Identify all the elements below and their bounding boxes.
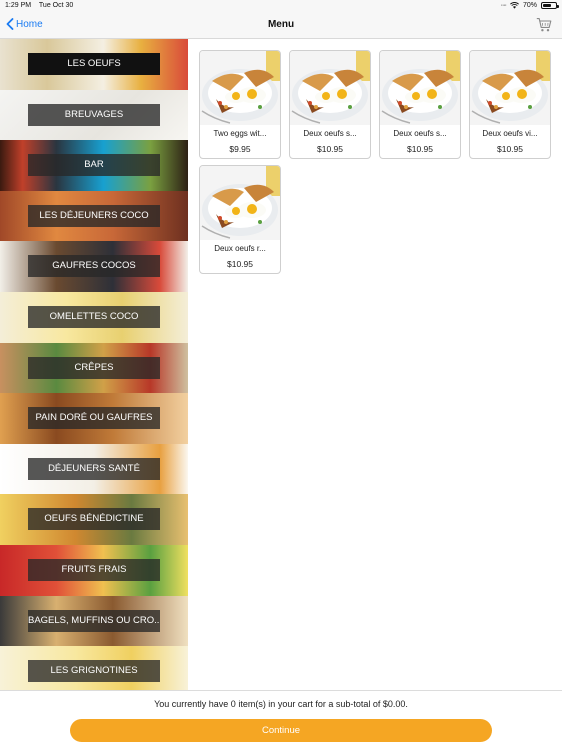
cart-footer: You currently have 0 item(s) in your car… <box>0 690 562 750</box>
category-label: BAR <box>28 154 160 177</box>
category-item[interactable]: LES DÉJEUNERS COCO <box>0 190 188 242</box>
product-photo <box>380 51 460 125</box>
shopping-cart-icon[interactable] <box>536 17 552 33</box>
category-label: BREUVAGES <box>28 103 160 126</box>
category-label: PAIN DORÉ OU GAUFRES <box>28 407 160 430</box>
status-time: 1:29 PM <box>5 2 32 9</box>
category-item[interactable]: BAGELS, MUFFINS OU CRO... <box>0 595 188 647</box>
category-item[interactable]: LES OEUFS <box>0 39 188 90</box>
category-label: OEUFS BÉNÉDICTINE <box>28 508 160 531</box>
navigation-bar: Home Menu <box>0 12 562 39</box>
product-price: $10.95 <box>317 144 343 154</box>
product-photo <box>200 166 280 240</box>
category-item[interactable]: GAUFRES COCOS <box>0 241 188 292</box>
page-title: Menu <box>267 19 295 30</box>
signal-dots-icon: ···· <box>500 2 507 9</box>
product-price: $10.95 <box>497 144 523 154</box>
category-item[interactable]: FRUITS FRAIS <box>0 544 188 596</box>
product-card[interactable]: Deux oeufs r... $10.95 <box>199 165 281 274</box>
category-label: OMELETTES COCO <box>28 305 160 328</box>
product-card[interactable]: Deux oeufs s... $10.95 <box>379 50 461 159</box>
battery-percent: 70% <box>522 2 537 9</box>
product-card[interactable]: Deux oeufs s... $10.95 <box>289 50 371 159</box>
category-label: LES OEUFS <box>28 53 160 75</box>
product-name: Deux oeufs r... <box>214 244 266 253</box>
product-price: $10.95 <box>227 259 253 269</box>
status-date: Tue Oct 30 <box>38 2 74 9</box>
category-item[interactable]: BREUVAGES <box>0 89 188 141</box>
battery-level <box>543 4 552 7</box>
product-photo <box>200 51 280 125</box>
product-photo <box>290 51 370 125</box>
product-card[interactable]: Two eggs wit... $9.95 <box>199 50 281 159</box>
product-card[interactable]: Deux oeufs vi... $10.95 <box>469 50 551 159</box>
product-name: Deux oeufs s... <box>393 129 447 138</box>
battery-icon <box>541 2 559 9</box>
category-sidebar: LES OEUFS BREUVAGES BAR LES DÉJEUNERS COCO G… <box>0 39 188 690</box>
cart-summary-text: You currently have 0 item(s) in your car… <box>154 699 408 709</box>
category-item[interactable]: LES GRIGNOTINES <box>0 646 188 690</box>
product-photo <box>470 51 550 125</box>
product-price: $10.95 <box>407 144 433 154</box>
category-item[interactable]: BAR <box>0 140 188 191</box>
category-label: LES GRIGNOTINES <box>28 660 160 683</box>
category-item[interactable]: OMELETTES COCO <box>0 291 188 343</box>
product-price: $9.95 <box>229 144 251 154</box>
category-item[interactable]: PAIN DORÉ OU GAUFRES <box>0 393 188 444</box>
continue-button[interactable]: Continue <box>70 719 492 742</box>
status-bar: 1:29 PM Tue Oct 30 ···· 70% <box>0 0 562 12</box>
category-label: LES DÉJEUNERS COCO <box>28 204 160 227</box>
product-name: Deux oeufs s... <box>303 129 357 138</box>
category-label: CRÊPES <box>28 356 160 379</box>
category-label: DÉJEUNERS SANTÉ <box>28 457 160 480</box>
category-item[interactable]: OEUFS BÉNÉDICTINE <box>0 494 188 545</box>
category-label: FRUITS FRAIS <box>28 558 160 581</box>
product-name: Two eggs wit... <box>213 129 267 138</box>
category-item[interactable]: CRÊPES <box>0 342 188 394</box>
category-label: GAUFRES COCOS <box>28 255 160 278</box>
product-name: Deux oeufs vi... <box>482 129 538 138</box>
wifi-icon <box>510 2 519 9</box>
category-item[interactable]: DÉJEUNERS SANTÉ <box>0 443 188 495</box>
category-label: BAGELS, MUFFINS OU CRO... <box>28 609 160 632</box>
